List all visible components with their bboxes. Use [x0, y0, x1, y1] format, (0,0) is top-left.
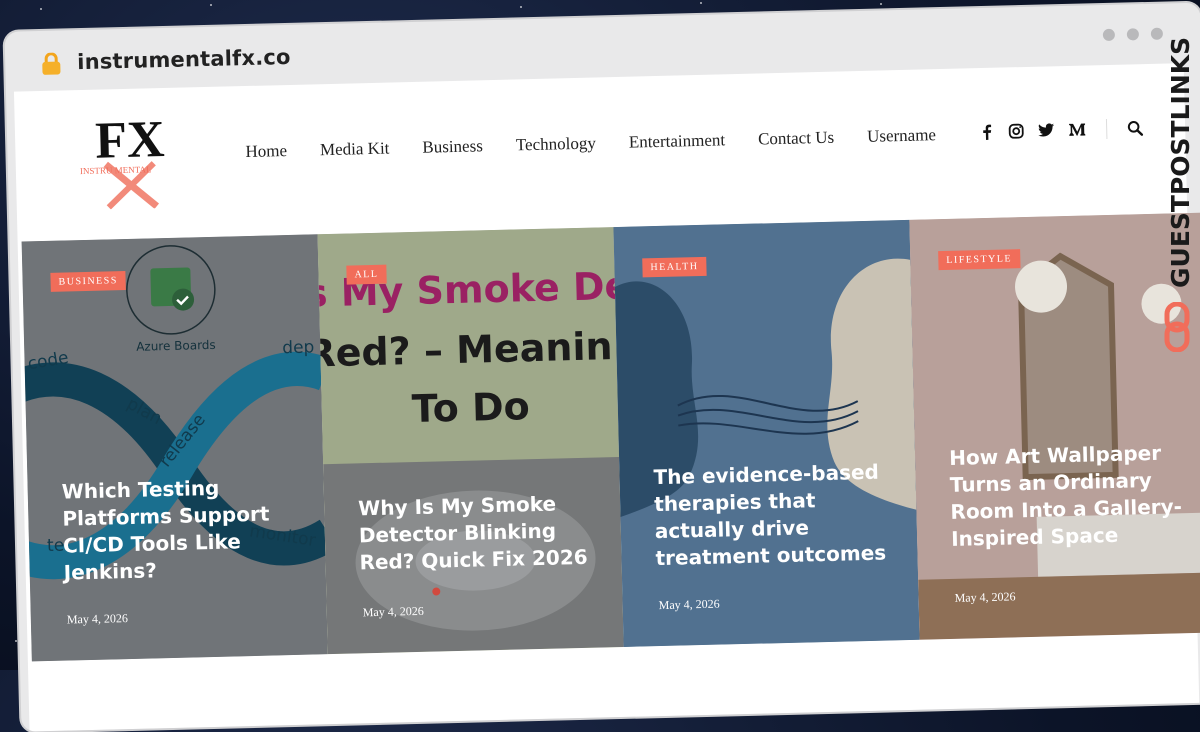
watermark-text: GUESTPOSTLINKS [1166, 36, 1195, 288]
search-icon[interactable] [1127, 120, 1144, 136]
post-title[interactable]: Why Is My Smoke Detector Blinking Red? Q… [358, 490, 600, 577]
post-card[interactable]: HEALTH The evidence-based therapies that… [613, 219, 920, 647]
chain-link-icon [1164, 302, 1190, 352]
nav-technology[interactable]: Technology [516, 133, 596, 155]
web-page: FX INSTRU MENTAL Home Media Kit Business… [13, 63, 1200, 732]
post-title[interactable]: The evidence-based therapies that actual… [653, 458, 906, 572]
twitter-icon[interactable] [1038, 123, 1055, 137]
instagram-icon[interactable] [1008, 123, 1024, 139]
window-controls [1102, 27, 1164, 42]
post-title[interactable]: Which Testing Platforms Support CI/CD To… [61, 473, 304, 587]
logo-subtitle: INSTRU MENTAL [80, 164, 152, 176]
main-nav: Home Media Kit Business Technology Enter… [245, 125, 936, 162]
nav-media-kit[interactable]: Media Kit [320, 139, 390, 161]
post-card[interactable]: s My Smoke De Red? – Meanin To Do ALL Wh… [317, 227, 624, 655]
category-badge[interactable]: LIFESTYLE [938, 249, 1021, 271]
nav-business[interactable]: Business [422, 136, 483, 157]
post-date: May 4, 2026 [954, 589, 1016, 605]
watermark: GUESTPOSTLINKS [1156, 37, 1200, 358]
image-label: te [47, 536, 65, 556]
image-label: Azure Boards [136, 338, 216, 354]
lock-icon [42, 52, 61, 75]
post-image [613, 219, 920, 647]
nav-username[interactable]: Username [867, 125, 936, 147]
browser-window: instrumentalfx.co FX INSTRU MENTAL Home … [4, 2, 1200, 732]
post-card[interactable]: Azure Boards code plan release dep monit… [21, 234, 328, 662]
category-badge[interactable]: HEALTH [642, 256, 707, 278]
social-links [980, 118, 1144, 142]
category-badge[interactable]: BUSINESS [50, 271, 127, 292]
nav-home[interactable]: Home [245, 141, 287, 162]
logo-mark: FX [94, 111, 165, 170]
nav-entertainment[interactable]: Entertainment [629, 130, 726, 152]
post-date: May 4, 2026 [658, 596, 720, 613]
medium-icon[interactable] [1068, 122, 1086, 136]
nav-contact-us[interactable]: Contact Us [758, 128, 834, 150]
site-logo[interactable]: FX INSTRU MENTAL [74, 108, 166, 210]
divider [1105, 118, 1108, 140]
featured-posts: Azure Boards code plan release dep monit… [21, 212, 1200, 662]
post-title[interactable]: How Art Wallpaper Turns an Ordinary Room… [949, 439, 1192, 553]
url-text: instrumentalfx.co [76, 44, 291, 75]
post-date: May 4, 2026 [362, 603, 424, 620]
facebook-icon[interactable] [980, 124, 994, 140]
post-image: s My Smoke De Red? – Meanin To Do [317, 227, 624, 655]
image-label: To Do [411, 384, 530, 431]
post-date: May 4, 2026 [66, 611, 129, 627]
window-dot[interactable] [1126, 28, 1140, 41]
category-badge[interactable]: ALL [346, 264, 387, 285]
post-image: Azure Boards code plan release dep monit… [21, 234, 328, 662]
browser-frame: instrumentalfx.co FX INSTRU MENTAL Home … [0, 0, 1200, 732]
image-label: Red? – Meanin [318, 324, 613, 375]
window-dot[interactable] [1102, 28, 1116, 42]
image-label: dep [282, 337, 315, 358]
window-dot[interactable] [1150, 27, 1164, 40]
